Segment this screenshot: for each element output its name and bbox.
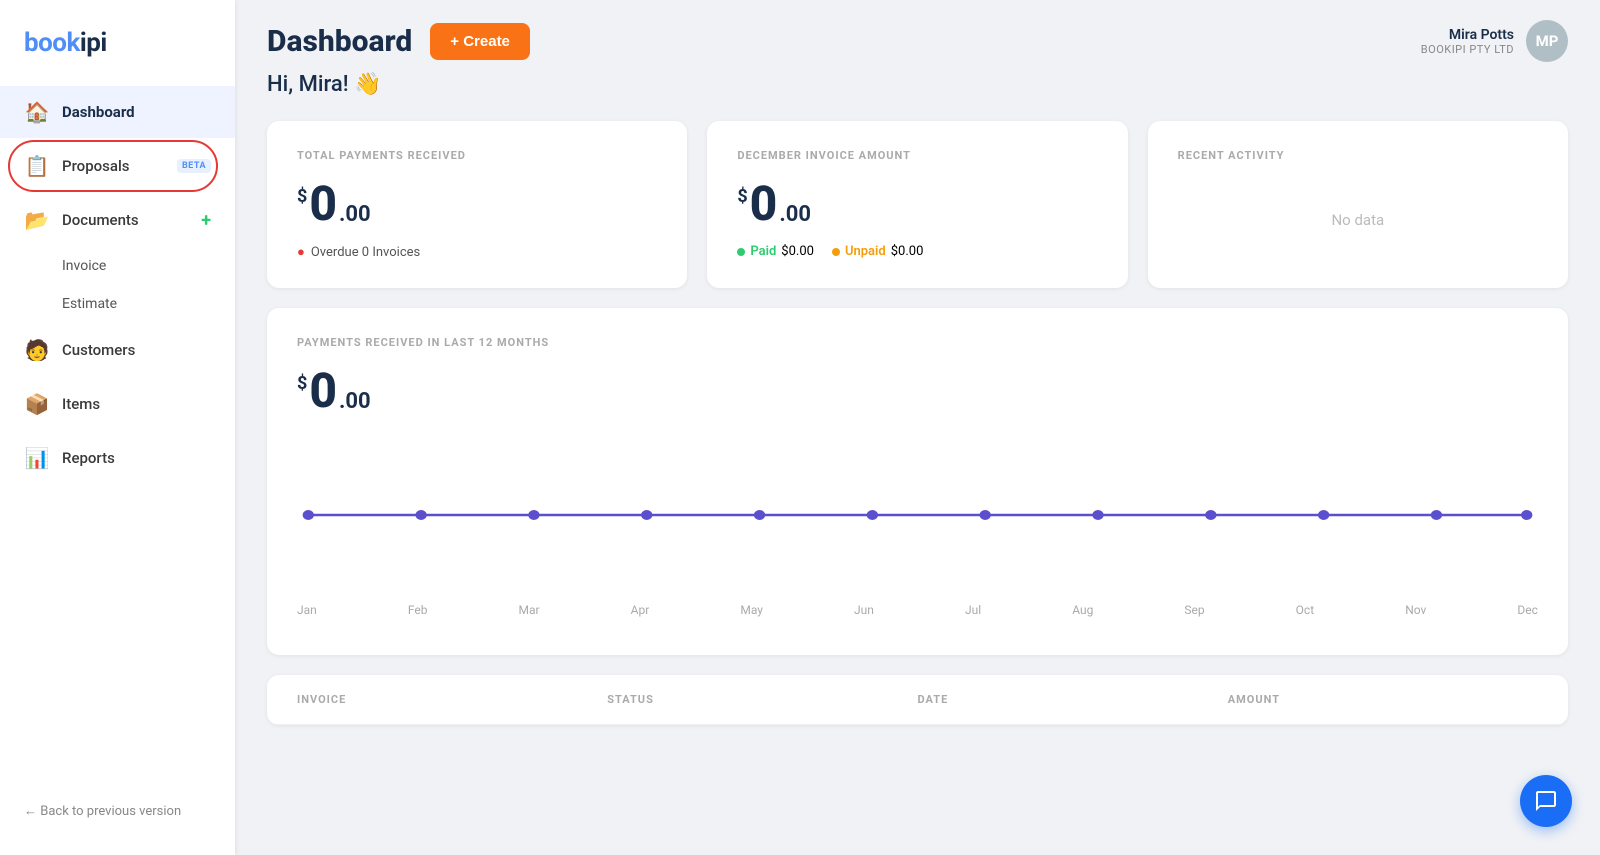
sidebar-item-proposals[interactable]: 📋 Proposals BETA <box>0 140 235 192</box>
overdue-text: Overdue 0 Invoices <box>311 245 420 260</box>
month-dec: Dec <box>1517 603 1538 617</box>
chart-month-labels: Jan Feb Mar Apr May Jun Jul Aug Sep Oct … <box>297 595 1538 617</box>
total-payments-card: TOTAL PAYMENTS RECEIVED $ 0 .00 ● Overdu… <box>267 121 687 288</box>
main-content: Dashboard + Create Mira Potts BOOKIPI PT… <box>235 0 1600 855</box>
topbar-right: Mira Potts BOOKIPI PTY LTD MP <box>1421 20 1568 62</box>
logo-text: bookipi <box>24 28 107 58</box>
payments-chart-card: PAYMENTS RECEIVED IN LAST 12 MONTHS $ 0 … <box>267 308 1568 655</box>
month-mar: Mar <box>519 603 540 617</box>
paid-status: Paid $0.00 <box>737 244 814 259</box>
sidebar-item-invoice[interactable]: Invoice <box>0 248 235 284</box>
greeting-text: Hi, Mira! 👋 <box>267 72 1568 97</box>
top-cards-row: TOTAL PAYMENTS RECEIVED $ 0 .00 ● Overdu… <box>267 121 1568 288</box>
total-payments-amount: $ 0 .00 <box>297 180 657 228</box>
user-company: BOOKIPI PTY LTD <box>1421 43 1514 56</box>
sidebar-item-reports[interactable]: 📊 Reports <box>0 432 235 484</box>
table-header: INVOICE STATUS DATE AMOUNT <box>267 675 1568 725</box>
sidebar-item-label: Dashboard <box>62 103 211 121</box>
month-jan: Jan <box>297 603 317 617</box>
sidebar-item-dashboard[interactable]: 🏠 Dashboard <box>0 86 235 138</box>
chat-bubble-button[interactable] <box>1520 775 1572 827</box>
logo[interactable]: bookipi <box>0 20 235 86</box>
create-button[interactable]: + Create <box>430 23 530 60</box>
chart-area: Jan Feb Mar Apr May Jun Jul Aug Sep Oct … <box>297 435 1538 635</box>
back-to-previous-version[interactable]: ← Back to previous version <box>0 787 235 835</box>
total-payments-status: ● Overdue 0 Invoices <box>297 244 657 260</box>
month-feb: Feb <box>408 603 428 617</box>
col-invoice: INVOICE <box>297 693 607 706</box>
paid-amount: $0.00 <box>781 244 814 259</box>
month-may: May <box>740 603 763 617</box>
total-payments-int: 0 <box>309 180 337 228</box>
paid-label: Paid <box>750 244 776 259</box>
estimate-label: Estimate <box>62 296 117 312</box>
unpaid-dot <box>832 248 840 256</box>
month-aug: Aug <box>1072 603 1093 617</box>
avatar[interactable]: MP <box>1526 20 1568 62</box>
total-payments-dollar: $ <box>297 186 307 207</box>
sidebar-item-documents[interactable]: 📂 Documents + <box>0 194 235 246</box>
month-jun: Jun <box>854 603 874 617</box>
topbar: Dashboard + Create Mira Potts BOOKIPI PT… <box>235 0 1600 72</box>
chart-amount-int: 0 <box>309 367 337 415</box>
sidebar-item-items[interactable]: 📦 Items <box>0 378 235 430</box>
december-invoice-card: DECEMBER INVOICE AMOUNT $ 0 .00 Paid $0.… <box>707 121 1127 288</box>
month-nov: Nov <box>1405 603 1426 617</box>
recent-activity-label: RECENT ACTIVITY <box>1178 149 1538 162</box>
add-document-button[interactable]: + <box>201 210 211 231</box>
user-name: Mira Potts <box>1421 27 1514 43</box>
total-payments-dec: .00 <box>339 202 371 227</box>
month-oct: Oct <box>1296 603 1314 617</box>
sidebar-item-label: Proposals <box>62 157 165 175</box>
overdue-dot: ● <box>297 244 305 260</box>
december-invoice-amount: $ 0 .00 <box>737 180 1097 228</box>
dec-amount-dec: .00 <box>779 202 811 227</box>
reports-icon: 📊 <box>24 446 50 470</box>
recent-activity-empty: No data <box>1178 180 1538 260</box>
chart-svg <box>297 435 1538 595</box>
unpaid-amount: $0.00 <box>891 244 924 259</box>
page-title: Dashboard <box>267 24 412 59</box>
sidebar-item-estimate[interactable]: Estimate <box>0 286 235 322</box>
chart-label: PAYMENTS RECEIVED IN LAST 12 MONTHS <box>297 336 1538 349</box>
december-invoice-status-row: Paid $0.00 Unpaid $0.00 <box>737 244 1097 259</box>
documents-icon: 📂 <box>24 208 50 232</box>
customers-icon: 🧑 <box>24 338 50 362</box>
dashboard-icon: 🏠 <box>24 100 50 124</box>
chart-amount: $ 0 .00 <box>297 367 1538 415</box>
chat-icon <box>1534 789 1558 813</box>
dec-amount-int: 0 <box>750 180 778 228</box>
col-status: STATUS <box>607 693 917 706</box>
chart-amount-dec: .00 <box>339 389 371 414</box>
total-payments-label: TOTAL PAYMENTS RECEIVED <box>297 149 657 162</box>
proposals-icon: 📋 <box>24 154 50 178</box>
sidebar-item-label: Items <box>62 395 211 413</box>
beta-badge: BETA <box>177 159 211 173</box>
december-invoice-label: DECEMBER INVOICE AMOUNT <box>737 149 1097 162</box>
invoice-table-card: INVOICE STATUS DATE AMOUNT <box>267 675 1568 725</box>
recent-activity-card: RECENT ACTIVITY No data <box>1148 121 1568 288</box>
col-amount: AMOUNT <box>1228 693 1538 706</box>
dashboard-content: Hi, Mira! 👋 TOTAL PAYMENTS RECEIVED $ 0 … <box>235 72 1600 757</box>
month-apr: Apr <box>631 603 650 617</box>
sidebar-item-label: Documents <box>62 211 189 229</box>
month-sep: Sep <box>1184 603 1204 617</box>
chart-dollar: $ <box>297 373 307 394</box>
unpaid-label: Unpaid <box>845 244 886 259</box>
sidebar-item-customers[interactable]: 🧑 Customers <box>0 324 235 376</box>
unpaid-status: Unpaid $0.00 <box>832 244 923 259</box>
topbar-left: Dashboard + Create <box>267 23 530 60</box>
sidebar: bookipi 🏠 Dashboard 📋 Proposals BETA 📂 D… <box>0 0 235 855</box>
paid-dot <box>737 248 745 256</box>
dec-dollar: $ <box>737 186 747 207</box>
items-icon: 📦 <box>24 392 50 416</box>
sidebar-item-label: Reports <box>62 449 211 467</box>
sidebar-nav: 🏠 Dashboard 📋 Proposals BETA 📂 Documents… <box>0 86 235 787</box>
col-date: DATE <box>918 693 1228 706</box>
user-info: Mira Potts BOOKIPI PTY LTD <box>1421 27 1514 56</box>
invoice-label: Invoice <box>62 258 106 274</box>
sidebar-item-label: Customers <box>62 341 211 359</box>
month-jul: Jul <box>965 603 981 617</box>
